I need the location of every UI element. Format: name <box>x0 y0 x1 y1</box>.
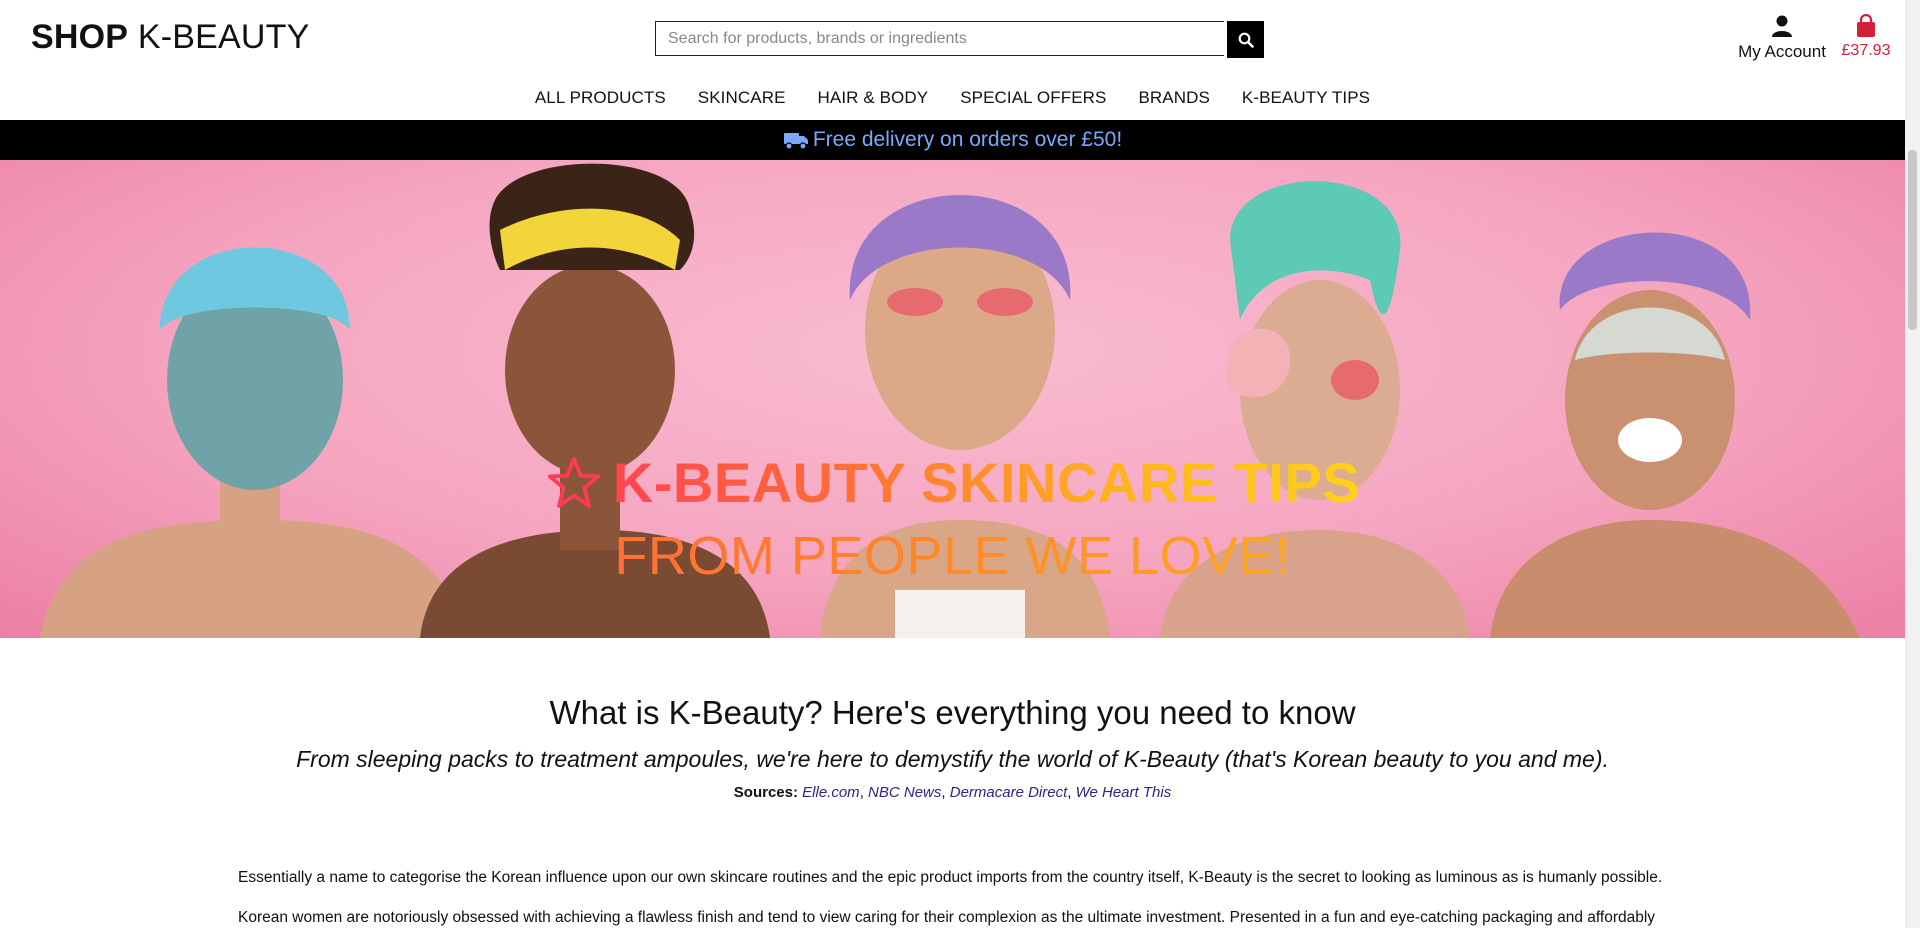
article-paragraph-1: Essentially a name to categorise the Kor… <box>238 869 1663 886</box>
shopping-bag-icon <box>1857 14 1875 37</box>
article-paragraph-2: Korean women are notoriously obsessed wi… <box>238 909 1656 926</box>
logo-light: K-BEAUTY <box>137 18 310 56</box>
nav-hair-body[interactable]: HAIR & BODY <box>818 88 929 112</box>
star-icon <box>547 456 600 508</box>
nav-k-beauty-tips[interactable]: K-BEAUTY TIPS <box>1242 88 1370 112</box>
logo-bold: SHOP <box>31 18 129 56</box>
search-button[interactable] <box>1227 21 1264 58</box>
source-link-dermacare[interactable]: Dermacare Direct <box>950 784 1068 801</box>
cart-total: £37.93 <box>1841 42 1891 59</box>
delivery-banner: Free delivery on orders over £50! <box>0 120 1905 160</box>
site-header: SHOP K-BEAUTY My Account £37.93 ALL PROD… <box>0 0 1905 120</box>
article-heading: What is K-Beauty? Here's everything you … <box>549 694 1356 731</box>
hero-banner[interactable]: K-BEAUTY SKINCARE TIPS FROM PEOPLE WE LO… <box>0 160 1905 638</box>
nav-skincare[interactable]: SKINCARE <box>698 88 786 112</box>
source-link-we-heart-this[interactable]: We Heart This <box>1076 784 1172 801</box>
article-subheading: From sleeping packs to treatment ampoule… <box>296 746 1609 772</box>
hero-title-line1: K-BEAUTY SKINCARE TIPS <box>545 450 1360 515</box>
search-form <box>655 21 1265 58</box>
nav-special-offers[interactable]: SPECIAL OFFERS <box>960 88 1106 112</box>
nav-brands[interactable]: BRANDS <box>1138 88 1209 112</box>
user-icon <box>1772 15 1792 37</box>
article-sources: Sources: Elle.com, NBC News, Dermacare D… <box>733 784 1172 801</box>
account-label: My Account <box>1738 42 1826 61</box>
sources-label: Sources: <box>733 784 798 801</box>
search-icon <box>1238 32 1254 48</box>
hero-title-line2: FROM PEOPLE WE LOVE! <box>0 525 1905 587</box>
source-link-nbc[interactable]: NBC News <box>868 784 941 801</box>
page-scrollbar[interactable] <box>1905 0 1920 928</box>
truck-icon <box>783 133 808 150</box>
hero-title: K-BEAUTY SKINCARE TIPS FROM PEOPLE WE LO… <box>0 450 1905 587</box>
my-account-link[interactable]: My Account <box>1737 14 1827 62</box>
delivery-text: Free delivery on orders over £50! <box>812 128 1123 151</box>
main-nav: ALL PRODUCTS SKINCARE HAIR & BODY SPECIA… <box>0 88 1905 112</box>
nav-all-products[interactable]: ALL PRODUCTS <box>535 88 666 112</box>
source-link-elle[interactable]: Elle.com <box>802 784 860 801</box>
search-input[interactable] <box>655 21 1224 56</box>
scrollbar-thumb[interactable] <box>1908 150 1917 330</box>
site-logo[interactable]: SHOP K-BEAUTY <box>31 18 309 57</box>
cart-link[interactable]: £37.93 <box>1838 14 1894 60</box>
